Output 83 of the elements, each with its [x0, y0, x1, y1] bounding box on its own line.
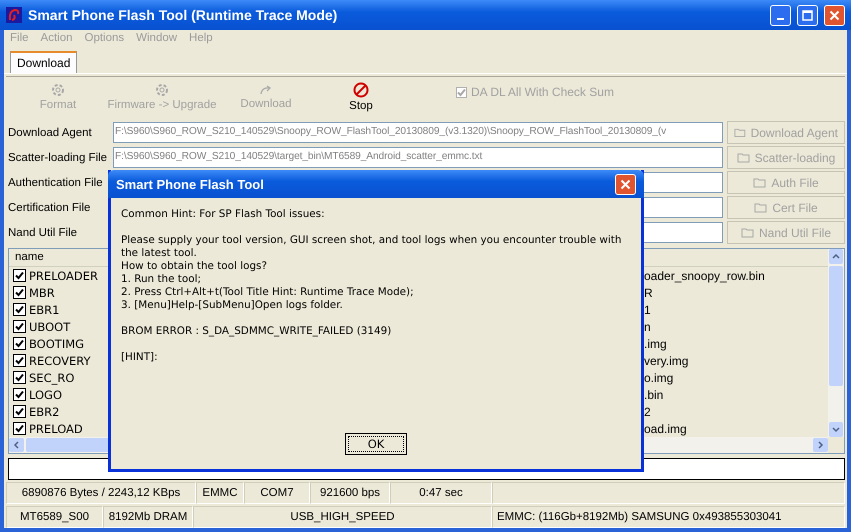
dialog-title: Smart Phone Flash Tool: [116, 176, 264, 192]
checkbox[interactable]: [13, 337, 26, 350]
partition-name: UBOOT: [29, 320, 72, 334]
file-name: 1: [644, 302, 651, 316]
status-cell: MT6589_S00: [6, 506, 103, 528]
window-title: Smart Phone Flash Tool (Runtime Trace Mode): [28, 7, 338, 23]
partition-name: PRELOAD: [29, 422, 84, 436]
partition-name: EBR1: [29, 302, 60, 316]
maximize-icon: [802, 10, 813, 20]
message-text: 3. [Menu]Help-[SubMenu]Open logs folder.: [121, 299, 343, 312]
gear-icon: [155, 83, 169, 97]
partition-name: MBR: [29, 286, 56, 300]
message-text: How to obtain the tool logs?: [121, 260, 267, 273]
maximize-button[interactable]: [797, 4, 818, 26]
file-name: o.img: [644, 370, 674, 384]
partition-name: LOGO: [29, 388, 64, 402]
folder-icon: [734, 127, 747, 138]
message-text: 2. Press Ctrl+Alt+t(Tool Title Hint: Runtime Trace Mode);: [121, 286, 414, 299]
minimize-icon: [777, 18, 784, 20]
status-cell: 921600 bps: [310, 482, 390, 504]
app-icon: [6, 7, 22, 23]
scrollbar-thumb[interactable]: [829, 266, 843, 386]
file-name: .bin: [644, 388, 664, 402]
menu-item[interactable]: Window: [136, 32, 178, 47]
file-name: oad.img: [644, 422, 687, 436]
minimize-button[interactable]: [770, 4, 791, 26]
file-name: .img: [644, 336, 667, 350]
status-cell: EMMC: [196, 482, 244, 504]
checkbox[interactable]: [13, 286, 26, 299]
vertical-scrollbar[interactable]: [828, 249, 844, 437]
tab[interactable]: Download: [10, 51, 78, 73]
message-text: [HINT]:: [121, 351, 158, 364]
close-button[interactable]: [824, 4, 845, 26]
file-name: R: [644, 286, 653, 300]
close-icon: [829, 10, 840, 20]
status-cell: USB_HIGH_SPEED: [193, 506, 492, 528]
folder-icon: [754, 202, 768, 213]
toolbar-button[interactable]: Stop: [318, 82, 404, 112]
menu-item[interactable]: Action: [40, 32, 72, 47]
status-cell: EMMC: (116Gb+8192Mb) SAMSUNG 0x493855303041: [492, 506, 845, 528]
gear-icon: [51, 83, 65, 97]
checkbox[interactable]: [13, 388, 26, 401]
stop-icon: [353, 82, 369, 98]
checkbox[interactable]: [13, 354, 26, 367]
checkbox[interactable]: [13, 320, 26, 333]
message-text: Common Hint: For SP Flash Tool issues:: [121, 208, 325, 221]
checkbox[interactable]: [13, 371, 26, 384]
file-name: n: [644, 320, 651, 334]
field-label: Nand Util File: [8, 226, 78, 238]
menu-item[interactable]: Options: [84, 32, 124, 47]
folder-icon: [753, 177, 768, 188]
file-name: very.img: [644, 354, 688, 368]
status-cell: 8192Mb DRAM: [103, 506, 193, 528]
close-icon: [620, 178, 631, 190]
close-button[interactable]: [615, 174, 636, 194]
message-text: 1. Run the tool;: [121, 273, 201, 286]
ok-button[interactable]: OK: [345, 433, 407, 455]
partition-name: BOOTIMG: [29, 336, 86, 350]
status-cell: 6890876 Bytes / 2243,12 KBps: [6, 482, 196, 504]
status-cell: 0:47 sec: [390, 482, 492, 504]
message-text: BROM ERROR : S_DA_SDMMC_WRITE_FAILED (3149): [121, 325, 392, 338]
field-label: Download Agent: [8, 126, 93, 138]
folder-icon: [740, 227, 755, 238]
menu-item[interactable]: File: [10, 32, 29, 47]
menu-item[interactable]: Help: [189, 32, 213, 47]
field-label: Certification File: [8, 202, 92, 214]
partition-name: EBR2: [29, 404, 60, 418]
redo-arrow-icon: [259, 84, 273, 96]
folder-icon: [736, 152, 751, 163]
status-cell: COM7: [244, 482, 310, 504]
message-text: Please supply your tool version, GUI screen shot, and tool logs when you encounter trouble with the latest tool.: [121, 234, 622, 260]
file-name: oader_snoopy_row.bin: [644, 268, 765, 282]
file-name: 2: [644, 404, 651, 418]
partition-name: PRELOADER: [29, 268, 100, 282]
checkbox[interactable]: [13, 269, 26, 282]
partition-name: SEC_RO: [29, 370, 76, 384]
checkbox-label: DA DL All With Check Sum: [471, 85, 614, 99]
field-label: Authentication File: [8, 176, 104, 188]
checkbox[interactable]: [13, 405, 26, 418]
checkbox[interactable]: [13, 422, 26, 435]
partition-name: RECOVERY: [29, 354, 92, 368]
field-label: Scatter-loading File: [8, 152, 108, 164]
checkbox[interactable]: [13, 303, 26, 316]
